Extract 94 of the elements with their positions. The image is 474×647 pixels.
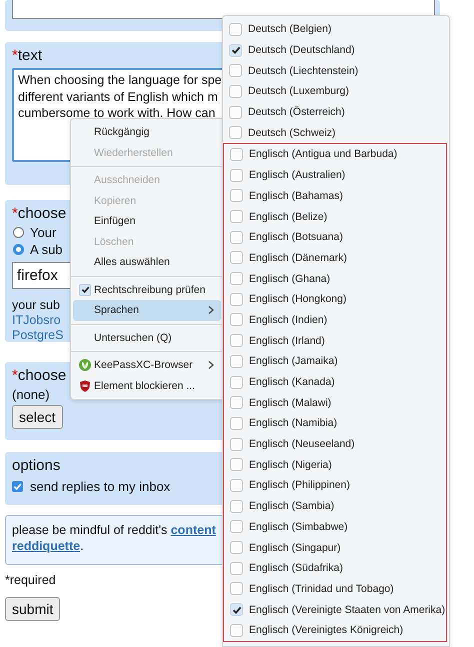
- checkbox[interactable]: [230, 313, 243, 326]
- checkbox[interactable]: [230, 230, 243, 244]
- subreddit-link[interactable]: ITJobsro: [12, 313, 61, 328]
- checkbox[interactable]: [230, 562, 243, 575]
- checkbox[interactable]: [230, 541, 243, 554]
- menu-item[interactable]: Englisch (Hongkong): [249, 293, 346, 306]
- select-button[interactable]: select: [12, 405, 63, 429]
- field-label: choose: [18, 205, 66, 222]
- hint-text: your sub: [12, 298, 60, 313]
- menu-item[interactable]: Rechtschreibung prüfen: [73, 280, 221, 300]
- menu-item[interactable]: Einfügen: [73, 211, 221, 232]
- menu-item[interactable]: Englisch (Bahamas): [249, 190, 343, 202]
- radio-button[interactable]: [13, 244, 24, 255]
- checkbox[interactable]: [230, 416, 243, 430]
- required-note: *required: [5, 572, 56, 588]
- field-label: text: [18, 47, 42, 64]
- checkbox[interactable]: [79, 284, 91, 296]
- menu-item[interactable]: Deutsch (Deutschland): [248, 44, 355, 56]
- checkbox[interactable]: [230, 210, 243, 224]
- checkbox[interactable]: [230, 500, 243, 513]
- checkbox[interactable]: [230, 458, 243, 472]
- menu-item[interactable]: Sprachen: [73, 300, 221, 320]
- menu-item[interactable]: Untersuchen (Q): [73, 328, 221, 348]
- menu-item[interactable]: Englisch (Malawi): [249, 396, 332, 409]
- subreddit-link[interactable]: PostgreS: [12, 328, 64, 343]
- checkbox[interactable]: [230, 520, 243, 534]
- menu-item[interactable]: Englisch (Nigeria): [249, 458, 332, 471]
- menu-item[interactable]: Englisch (Vereinigte Staaten von Amerika): [249, 604, 446, 616]
- menu-item[interactable]: Alles auswählen: [73, 252, 221, 272]
- checkbox[interactable]: [230, 251, 243, 264]
- checkbox[interactable]: [230, 582, 243, 596]
- checkbox[interactable]: [12, 481, 23, 492]
- submit-button[interactable]: submit: [5, 597, 60, 621]
- checkbox[interactable]: [230, 272, 243, 286]
- chevron-icon: [207, 305, 215, 316]
- checkbox[interactable]: [230, 354, 243, 368]
- radio-button[interactable]: [13, 227, 24, 238]
- notice-text: reddiquette.: [12, 538, 84, 554]
- notice-text: please be mindful of reddit's content: [12, 522, 216, 538]
- menu-item[interactable]: Englisch (Jamaika): [249, 355, 338, 368]
- checkbox[interactable]: [230, 292, 243, 306]
- menu-item[interactable]: Englisch (Neuseeland): [249, 438, 355, 450]
- menu-item[interactable]: Englisch (Dänemark): [249, 252, 348, 264]
- checkbox[interactable]: [230, 438, 243, 451]
- link[interactable]: content: [170, 523, 216, 537]
- menu-item[interactable]: KeePassXC-Browser: [73, 355, 221, 376]
- menu-item[interactable]: Englisch (Vereinigtes Königreich): [249, 624, 404, 636]
- menu-item[interactable]: Englisch (Simbabwe): [249, 520, 348, 533]
- menu-item[interactable]: Englisch (Ghana): [249, 272, 330, 285]
- menu-item[interactable]: Element blockieren ...: [73, 376, 221, 396]
- checkbox[interactable]: [230, 148, 243, 161]
- menu-item[interactable]: Englisch (Namibia): [249, 417, 338, 430]
- menu-item[interactable]: Deutsch (Schweiz): [248, 126, 336, 139]
- menu-item[interactable]: Deutsch (Belgien): [248, 23, 332, 36]
- menu-item[interactable]: Deutsch (Liechtenstein): [248, 64, 358, 77]
- checkbox[interactable]: [230, 189, 243, 202]
- menu-item[interactable]: Englisch (Philippinen): [249, 479, 350, 492]
- checkbox[interactable]: [230, 334, 243, 348]
- checkbox[interactable]: [229, 126, 242, 140]
- menu-item[interactable]: Deutsch (Österreich): [248, 106, 345, 118]
- checkbox[interactable]: [230, 376, 243, 389]
- checkbox[interactable]: [229, 64, 242, 78]
- menu-item[interactable]: Rückgängig: [73, 122, 221, 142]
- checkbox[interactable]: [230, 396, 243, 410]
- value-text: (none): [12, 387, 50, 402]
- menu-item[interactable]: Englisch (Trinidad und Tobago): [249, 582, 394, 595]
- checkbox[interactable]: [230, 624, 243, 637]
- menu-item[interactable]: Englisch (Australien): [249, 169, 346, 182]
- text-area[interactable]: [12, 0, 435, 19]
- menu-item[interactable]: Deutsch (Luxemburg): [248, 85, 349, 98]
- menu-item[interactable]: Englisch (Südafrika): [249, 562, 343, 574]
- checkbox[interactable]: [230, 478, 243, 492]
- field-label: choose: [18, 367, 66, 384]
- menu-item[interactable]: Englisch (Indien): [249, 314, 328, 326]
- checkbox-label: send replies to my inbox: [30, 479, 170, 494]
- required-mark: *: [12, 205, 18, 222]
- radio-label: A sub: [30, 242, 63, 257]
- menu-item[interactable]: Englisch (Botsuana): [249, 231, 343, 244]
- menu-item[interactable]: Englisch (Sambia): [249, 500, 334, 512]
- link[interactable]: reddiquette: [12, 539, 80, 553]
- checkbox[interactable]: [229, 84, 242, 98]
- menu-item[interactable]: Englisch (Belize): [249, 210, 328, 223]
- required-mark: *: [12, 367, 18, 384]
- menu-item[interactable]: Englisch (Antigua und Barbuda): [249, 148, 398, 160]
- section-title: options: [12, 456, 60, 476]
- checkbox[interactable]: [229, 22, 242, 36]
- menu-item[interactable]: Englisch (Irland): [249, 334, 325, 347]
- menu-item[interactable]: Englisch (Kanada): [249, 376, 335, 388]
- checkbox[interactable]: [230, 168, 243, 182]
- checkbox[interactable]: [229, 106, 242, 119]
- required-mark: *: [12, 47, 18, 64]
- menu-item[interactable]: Englisch (Singapur): [249, 542, 341, 554]
- chevron-icon: [207, 360, 215, 370]
- radio-label: Your: [30, 225, 56, 240]
